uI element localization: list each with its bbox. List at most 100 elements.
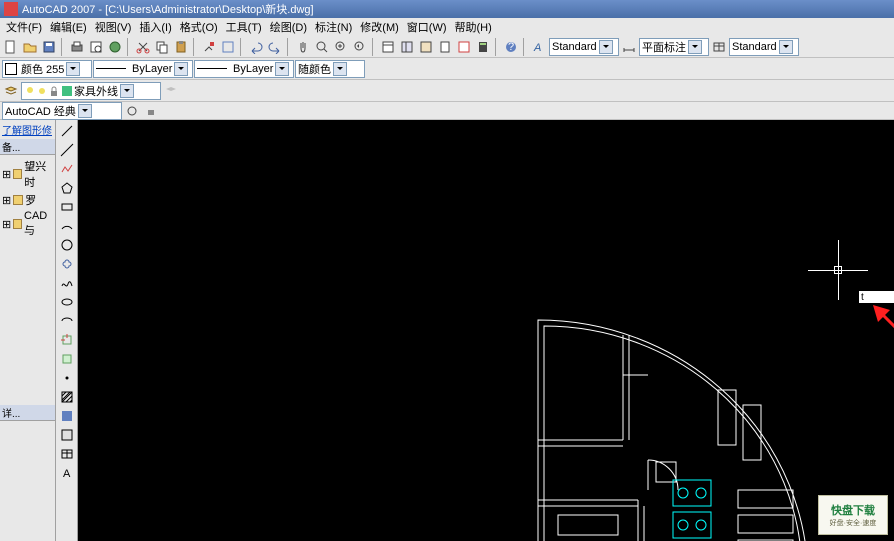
plotstyle-combo[interactable]: 随颜色 [295, 60, 365, 78]
layermanager-icon[interactable] [2, 82, 20, 100]
workspace-toolbar: AutoCAD 经典 [0, 102, 894, 120]
drawing-canvas[interactable]: 快盘下载 好盘·安全·速度 [78, 120, 894, 541]
zoom-realtime-icon[interactable] [313, 38, 331, 56]
publish-icon[interactable] [106, 38, 124, 56]
menu-draw[interactable]: 绘图(D) [266, 19, 311, 35]
color-value: 颜色 255 [21, 61, 64, 77]
print-icon[interactable] [68, 38, 86, 56]
menu-view[interactable]: 视图(V) [91, 19, 136, 35]
circle-icon[interactable] [58, 236, 76, 254]
standard-toolbar: ? A Standard 平面标注 Standard [0, 36, 894, 58]
linetype-preview-icon [197, 68, 227, 69]
chevron-down-icon[interactable] [779, 40, 793, 54]
workspace-combo[interactable]: AutoCAD 经典 [2, 102, 122, 120]
workspace-lock-icon[interactable] [142, 102, 160, 120]
makeblock-icon[interactable] [58, 350, 76, 368]
lineweight-preview-icon [96, 68, 126, 69]
menu-modify[interactable]: 修改(M) [356, 19, 403, 35]
app-icon [4, 2, 18, 16]
tablestyle-icon[interactable] [710, 38, 728, 56]
textstyle-combo[interactable]: Standard [549, 38, 619, 56]
mtext-icon[interactable]: A [58, 464, 76, 482]
rectangle-icon[interactable] [58, 198, 76, 216]
tablestyle-combo[interactable]: Standard [729, 38, 799, 56]
cut-icon[interactable] [134, 38, 152, 56]
revcloud-icon[interactable] [58, 255, 76, 273]
separator [495, 38, 499, 56]
toolpalettes-icon[interactable] [417, 38, 435, 56]
chevron-down-icon[interactable] [275, 62, 289, 76]
backup-panel-header[interactable]: 备... [0, 139, 55, 155]
layerprev-icon[interactable] [162, 82, 180, 100]
link-learn-shapes[interactable]: 了解图形修 [0, 120, 55, 139]
hatch-icon[interactable] [58, 388, 76, 406]
region-icon[interactable] [58, 426, 76, 444]
quickcalc-icon[interactable] [474, 38, 492, 56]
chevron-down-icon[interactable] [174, 62, 188, 76]
chevron-down-icon[interactable] [333, 62, 347, 76]
dynamic-input[interactable] [858, 290, 894, 304]
blockeditor-icon[interactable] [219, 38, 237, 56]
help-icon[interactable]: ? [502, 38, 520, 56]
menu-edit[interactable]: 编辑(E) [46, 19, 91, 35]
print-preview-icon[interactable] [87, 38, 105, 56]
redo-icon[interactable] [266, 38, 284, 56]
svg-text:?: ? [508, 41, 514, 53]
spline-icon[interactable] [58, 274, 76, 292]
tree-item[interactable]: ⊞罗 [2, 191, 53, 209]
tree-item[interactable]: ⊞望兴时 [2, 157, 53, 191]
matchprop-icon[interactable] [200, 38, 218, 56]
zoom-window-icon[interactable] [332, 38, 350, 56]
designcenter-icon[interactable] [398, 38, 416, 56]
menu-dimension[interactable]: 标注(N) [311, 19, 356, 35]
xline-icon[interactable] [58, 141, 76, 159]
details-panel-header[interactable]: 详... [0, 405, 55, 421]
menu-file[interactable]: 文件(F) [2, 19, 46, 35]
zoom-previous-icon[interactable] [351, 38, 369, 56]
undo-icon[interactable] [247, 38, 265, 56]
linetype-combo[interactable]: ByLayer [194, 60, 294, 78]
menu-insert[interactable]: 插入(I) [135, 19, 175, 35]
new-icon[interactable] [2, 38, 20, 56]
chevron-down-icon[interactable] [599, 40, 613, 54]
insertblock-icon[interactable] [58, 331, 76, 349]
pan-icon[interactable] [294, 38, 312, 56]
chevron-down-icon[interactable] [66, 62, 80, 76]
sheetset-icon[interactable] [436, 38, 454, 56]
polyline-icon[interactable] [58, 160, 76, 178]
properties-icon[interactable] [379, 38, 397, 56]
color-combo[interactable]: 颜色 255 [2, 60, 92, 78]
dimstyle-combo[interactable]: 平面标注 [639, 38, 709, 56]
paste-icon[interactable] [172, 38, 190, 56]
title-bar: AutoCAD 2007 - [C:\Users\Administrator\D… [0, 0, 894, 18]
gradient-icon[interactable] [58, 407, 76, 425]
chevron-down-icon[interactable] [688, 40, 702, 54]
chevron-down-icon[interactable] [120, 84, 134, 98]
workspace-settings-icon[interactable] [123, 102, 141, 120]
watermark-title: 快盘下载 [831, 502, 875, 518]
open-icon[interactable] [21, 38, 39, 56]
color-swatch-icon [5, 63, 17, 75]
tree-item[interactable]: ⊞CAD与 [2, 209, 53, 239]
menu-window[interactable]: 窗口(W) [403, 19, 451, 35]
save-icon[interactable] [40, 38, 58, 56]
line-icon[interactable] [58, 122, 76, 140]
dimstyle-icon[interactable] [620, 38, 638, 56]
menu-help[interactable]: 帮助(H) [451, 19, 496, 35]
point-icon[interactable] [58, 369, 76, 387]
ellipsearc-icon[interactable] [58, 312, 76, 330]
chevron-down-icon[interactable] [78, 104, 92, 118]
textstyle-icon[interactable]: A [530, 38, 548, 56]
copy-icon[interactable] [153, 38, 171, 56]
arc-icon[interactable] [58, 217, 76, 235]
lineweight-combo[interactable]: ByLayer [93, 60, 193, 78]
ellipse-icon[interactable] [58, 293, 76, 311]
menu-tools[interactable]: 工具(T) [222, 19, 266, 35]
tree-label: 罗 [25, 192, 36, 208]
markup-icon[interactable] [455, 38, 473, 56]
menu-format[interactable]: 格式(O) [176, 19, 222, 35]
layer-combo[interactable]: 家具外线 [21, 82, 161, 100]
table-icon[interactable] [58, 445, 76, 463]
lineweight-value: ByLayer [132, 63, 172, 75]
polygon-icon[interactable] [58, 179, 76, 197]
